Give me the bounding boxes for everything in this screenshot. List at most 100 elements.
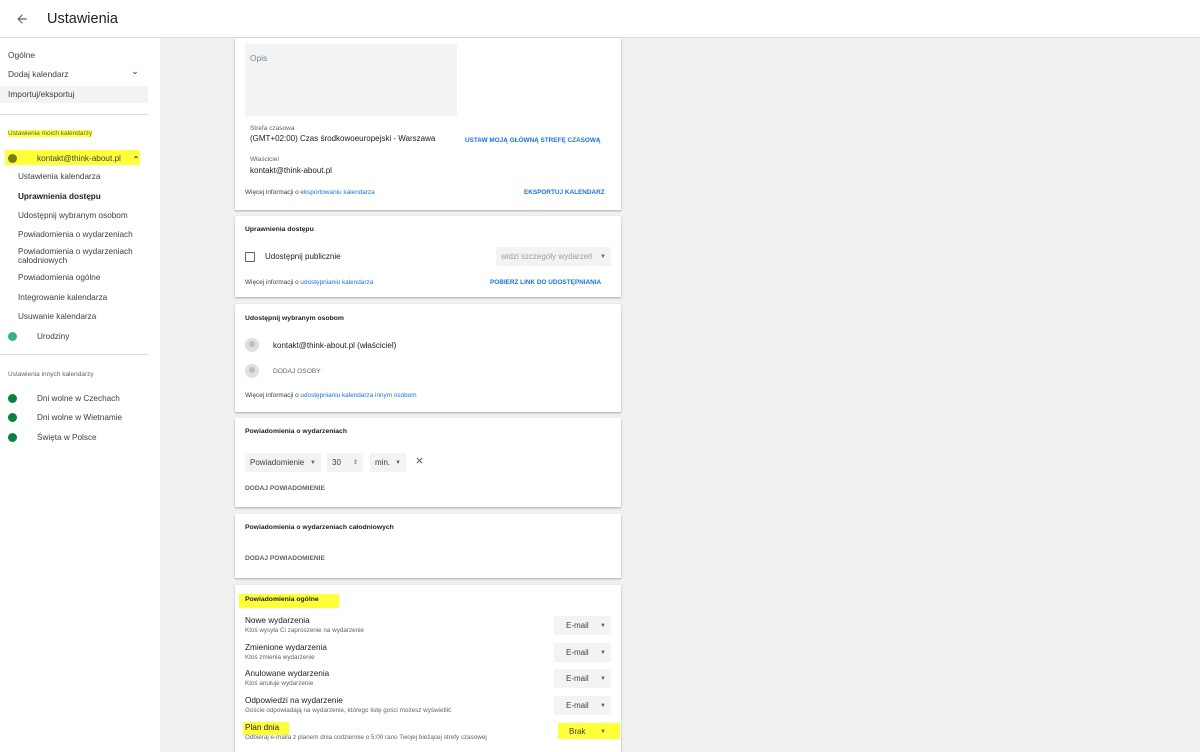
sharing-help-link[interactable]: udostępnianiu kalendarza (300, 279, 373, 286)
row-name: Nowe wydarzenia (245, 616, 310, 625)
daily-agenda-select[interactable]: Brak ▼ (554, 722, 611, 741)
my-calendars-heading: Ustawienia moich kalendarzy (8, 130, 93, 137)
info-prefix: Więcej informacji o (245, 189, 299, 196)
sidebar-sub-integrate[interactable]: Integrowanie kalendarza (18, 293, 143, 302)
other-calendars-heading: Ustawienia innych kalendarzy (8, 371, 94, 378)
sidebar-sub-general-notifications[interactable]: Powiadomienia ogólne (18, 273, 143, 282)
add-people-input[interactable]: DODAJ OSOBY (273, 368, 321, 375)
close-icon[interactable] (415, 456, 424, 468)
changed-events-select[interactable]: E-mail ▼ (554, 643, 611, 662)
calendar-item-birthdays[interactable]: Urodziny (8, 330, 69, 342)
share-help-link[interactable]: udostępnianiu kalendarza innym osobom (300, 392, 416, 399)
add-notification-button[interactable]: DODAJ POWIADOMIENIE (245, 485, 325, 492)
top-bar: Ustawienia (0, 0, 1200, 38)
caret-down-icon: ▼ (310, 459, 316, 466)
info-prefix: Więcej informacji o (245, 279, 299, 286)
description-input[interactable]: Opis (245, 44, 457, 116)
sidebar-sub-access[interactable]: Uprawnienia dostępu (18, 192, 143, 201)
row-name: Zmienione wydarzenia (245, 643, 327, 652)
calendar-item-poland[interactable]: Święta w Polsce (8, 431, 97, 443)
row-desc: Ktoś wysyła Ci zaproszenie na wydarzenie (245, 627, 364, 634)
calendar-name: Dni wolne w Czechach (37, 393, 120, 403)
public-label[interactable]: Udostępnij publicznie (265, 252, 341, 261)
person-entry: kontakt@think-about.pl (właściciel) (273, 341, 397, 350)
caret-down-icon: ▼ (600, 702, 606, 709)
sidebar-item-add-calendar[interactable]: Dodaj kalendarz (0, 66, 137, 83)
caret-down-icon: ▼ (395, 459, 401, 466)
notification-value-stepper[interactable]: 30 ⇕ (327, 453, 363, 472)
row-name: Plan dnia (245, 723, 280, 732)
main-content: Opis Strefa czasowa (GMT+02:00) Czas śro… (160, 38, 1200, 752)
description-placeholder: Opis (250, 53, 268, 63)
notification-unit-select[interactable]: min. ▼ (370, 453, 406, 472)
sidebar-item-label: Dodaj kalendarz (8, 69, 69, 79)
event-replies-select[interactable]: E-mail ▼ (554, 696, 611, 715)
calendar-name: Święta w Polsce (37, 432, 97, 442)
calendar-color-dot (8, 331, 17, 341)
timezone-label: Strefa czasowa (250, 125, 295, 132)
export-calendar-button[interactable]: EKSPORTUJ KALENDARZ (524, 189, 605, 196)
chevron-up-icon[interactable] (132, 153, 140, 163)
export-help-link[interactable]: eksportowaniu kalendarza (300, 189, 374, 196)
notification-value: 30 (332, 458, 341, 467)
notification-unit: min. (375, 458, 391, 467)
stepper-arrows-icon[interactable]: ⇕ (353, 459, 358, 466)
share-title: Udostępnij wybranym osobom (245, 315, 344, 322)
sharing-info: Więcej informacji o udostępnianiu kalend… (245, 279, 373, 286)
calendar-settings-card: Opis Strefa czasowa (GMT+02:00) Czas śro… (235, 38, 621, 210)
new-events-select[interactable]: E-mail ▼ (554, 616, 611, 635)
sidebar-sub-allday-notifications[interactable]: Powiadomienia o wydarzeniach całodniowyc… (18, 247, 143, 265)
sidebar-sub-share[interactable]: Udostępnij wybranym osobom (18, 211, 143, 220)
public-checkbox[interactable] (245, 252, 255, 262)
sidebar-item-general[interactable]: Ogólne (0, 47, 35, 64)
share-card: Udostępnij wybranym osobom kontakt@think… (235, 304, 621, 412)
event-notifications-title: Powiadomienia o wydarzeniach (245, 428, 347, 435)
allday-notifications-card: Powiadomienia o wydarzeniach całodniowyc… (235, 514, 621, 578)
caret-down-icon: ▼ (600, 649, 606, 656)
access-title: Uprawnienia dostępu (245, 226, 314, 233)
row-name: Anulowane wydarzenia (245, 669, 330, 678)
caret-down-icon: ▼ (600, 253, 606, 260)
sidebar-sub-calendar-settings[interactable]: Ustawienia kalendarza (18, 172, 143, 181)
calendar-name: Dni wolne w Wietnamie (37, 412, 123, 422)
owner-label: Właściciel (250, 156, 279, 163)
select-value: E-mail (566, 674, 589, 683)
owner-value: kontakt@think-about.pl (250, 166, 332, 175)
sidebar-sub-event-notifications[interactable]: Powiadomienia o wydarzeniach (18, 230, 143, 239)
arrow-left-icon[interactable] (12, 12, 32, 26)
row-desc: Ktoś anuluje wydarzenie (245, 680, 314, 687)
chevron-down-icon (131, 66, 139, 83)
select-value: E-mail (566, 621, 589, 630)
timezone-value[interactable]: (GMT+02:00) Czas środkowoeuropejski - Wa… (250, 134, 435, 143)
visibility-value: widzi szczegóły wydarzeń (501, 252, 593, 261)
row-desc: Odbieraj e-maila z planem dnia codzienni… (245, 734, 487, 741)
select-value: E-mail (566, 648, 589, 657)
calendar-name: kontakt@think-about.pl (37, 153, 121, 163)
calendar-item-kontakt[interactable]: kontakt@think-about.pl (5, 150, 143, 165)
calendar-item-czech[interactable]: Dni wolne w Czechach (8, 392, 120, 404)
sidebar-sub-delete[interactable]: Usuwanie kalendarza (18, 312, 143, 321)
sidebar-item-import-export[interactable]: Importuj/eksportuj (0, 86, 148, 103)
divider (0, 114, 148, 115)
visibility-select[interactable]: widzi szczegóły wydarzeń ▼ (496, 247, 611, 266)
divider (0, 354, 148, 355)
notification-type-select[interactable]: Powiadomienie ▼ (245, 453, 321, 472)
general-notifications-card: Powiadomienia ogólne Nowe wydarzenia Kto… (235, 585, 621, 752)
notification-type-value: Powiadomienie (250, 458, 305, 467)
select-value: Brak (569, 727, 586, 736)
calendar-item-vietnam[interactable]: Dni wolne w Wietnamie (8, 411, 122, 423)
share-info: Więcej informacji o udostępnianiu kalend… (245, 392, 417, 399)
row-desc: Ktoś zmienia wydarzenie (245, 654, 315, 661)
info-prefix: Więcej informacji o (245, 392, 299, 399)
general-notifications-title: Powiadomienia ogólne (245, 596, 319, 603)
set-timezone-button[interactable]: USTAW MOJĄ GŁÓWNĄ STREFĘ CZASOWĄ (465, 137, 601, 144)
add-allday-notification-button[interactable]: DODAJ POWIADOMIENIE (245, 555, 325, 562)
caret-down-icon: ▼ (600, 622, 606, 629)
get-share-link-button[interactable]: POBIERZ LINK DO UDOSTĘPNIANIA (490, 279, 601, 286)
access-card: Uprawnienia dostępu Udostępnij publiczni… (235, 216, 621, 297)
calendar-color-dot (8, 412, 17, 422)
add-person-icon[interactable] (245, 364, 259, 378)
event-notifications-card: Powiadomienia o wydarzeniach Powiadomien… (235, 418, 621, 507)
canceled-events-select[interactable]: E-mail ▼ (554, 669, 611, 688)
export-info: Więcej informacji o eksportowaniu kalend… (245, 189, 375, 196)
